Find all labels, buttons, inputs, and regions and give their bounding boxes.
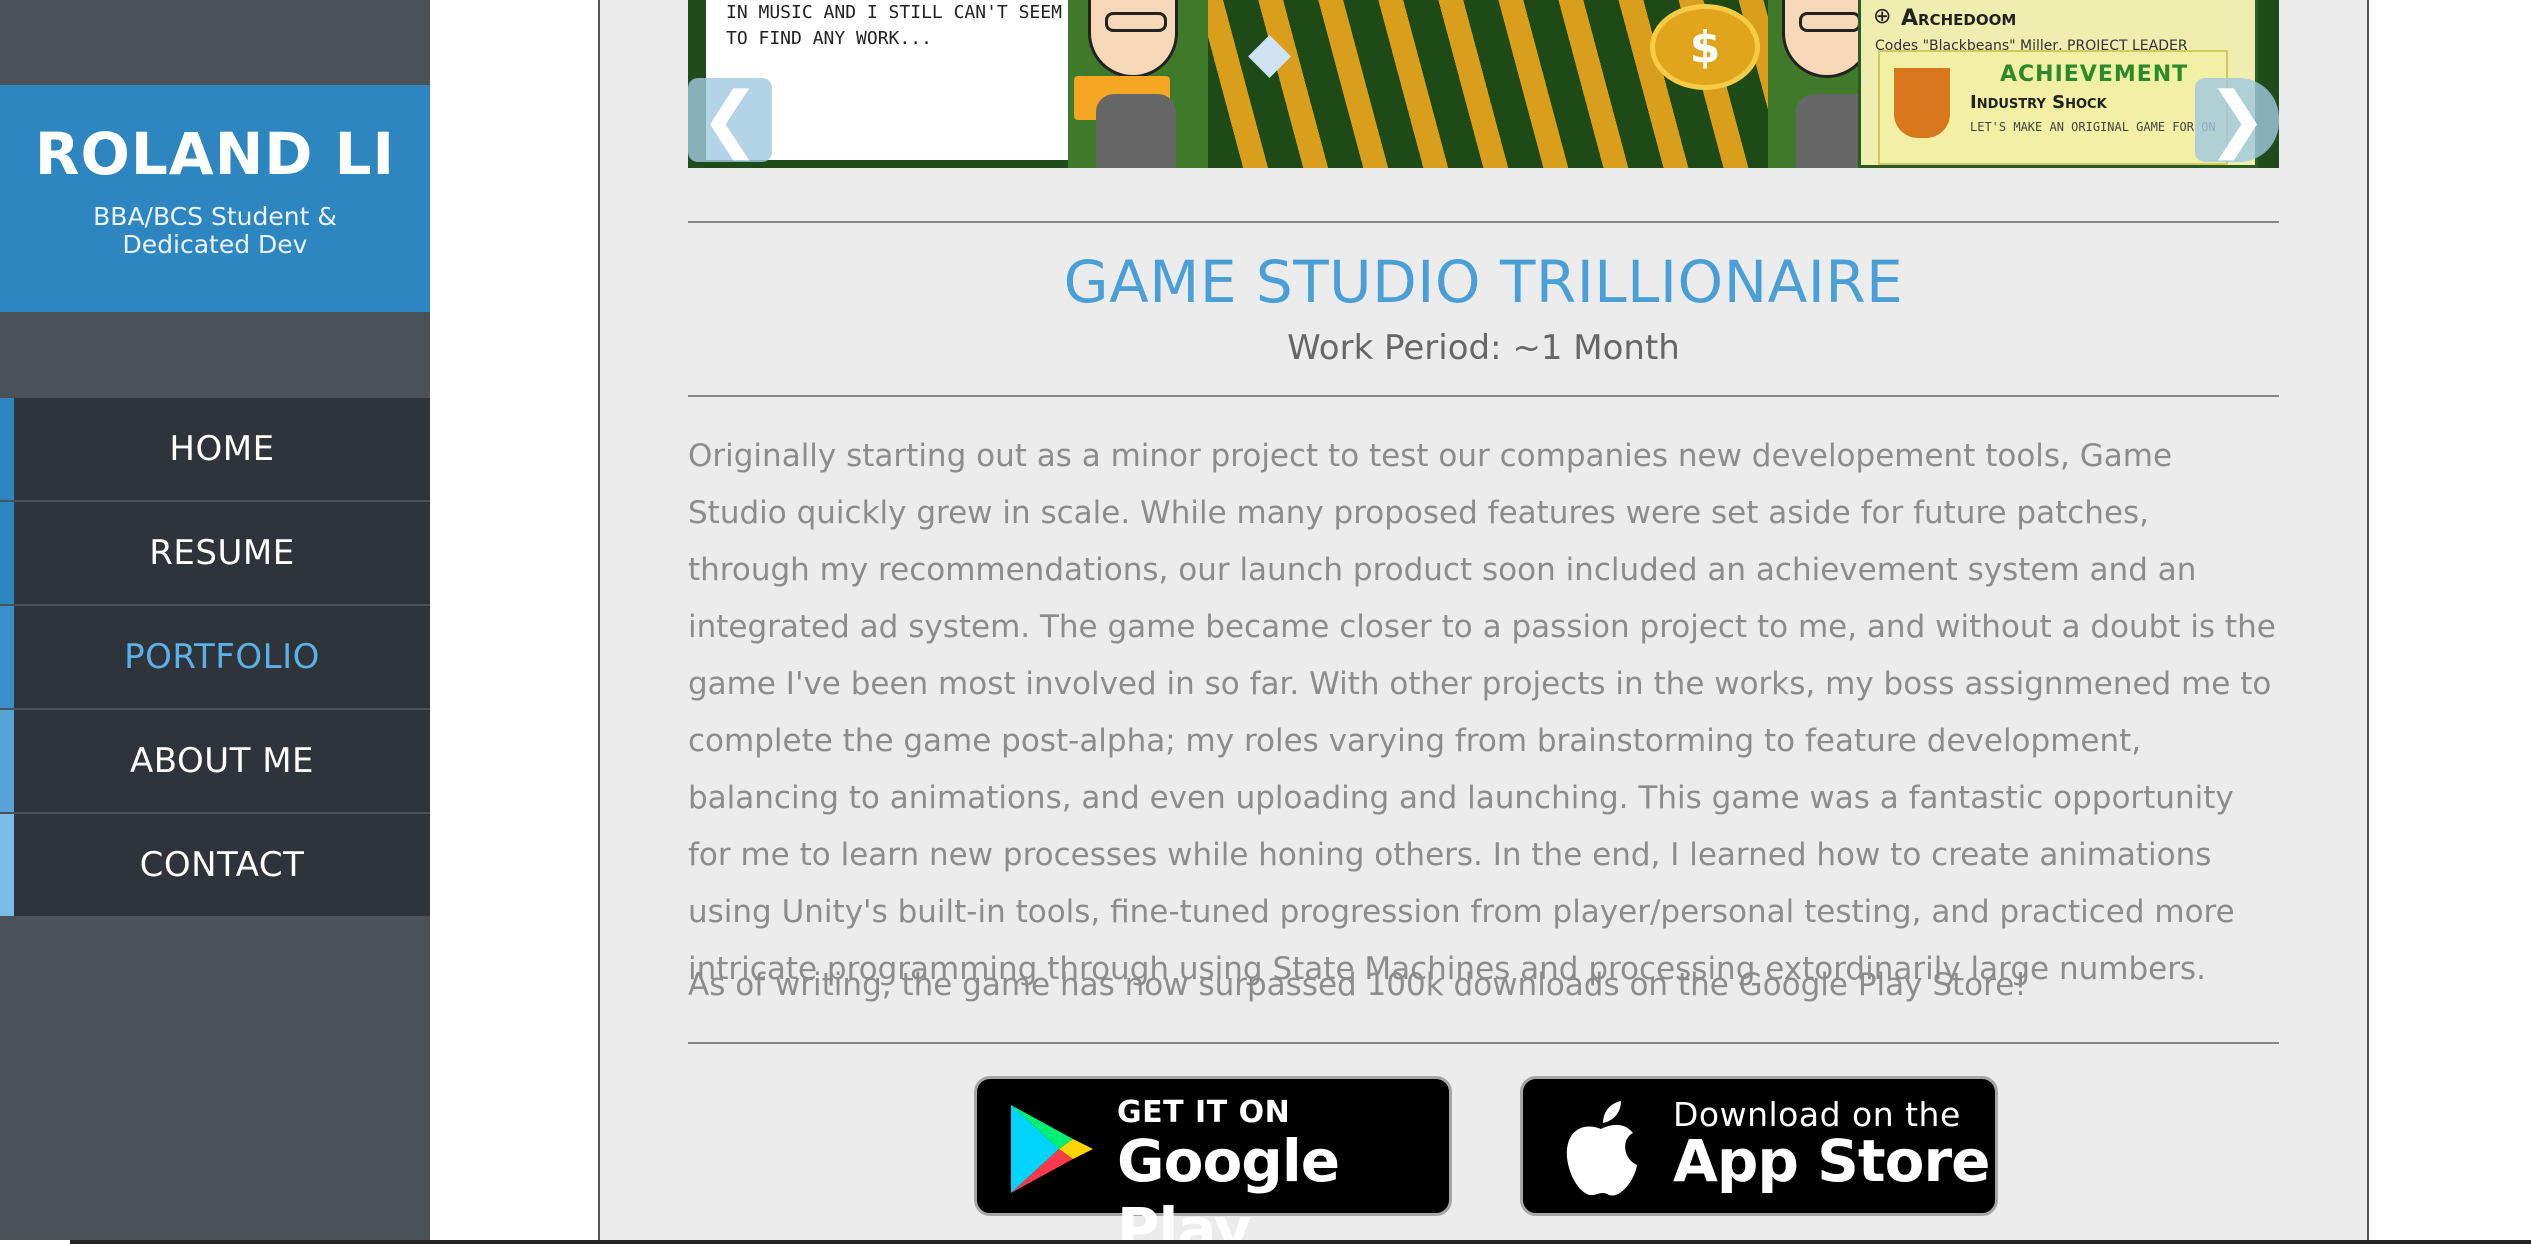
screenshot-carousel: IN MUSIC AND I STILL CAN'T SEEM TO FIND … xyxy=(688,0,2279,168)
nav-item-home[interactable]: HOME xyxy=(0,398,430,500)
project-note: As of writing, the game has now surpasse… xyxy=(688,967,2027,1003)
crosshair-icon: ⊕ xyxy=(1873,4,1892,29)
nav-item-about-me[interactable]: ABOUT ME xyxy=(0,710,430,812)
main-nav: HOME RESUME PORTFOLIO ABOUT ME CONTACT xyxy=(0,398,430,918)
nav-item-label: CONTACT xyxy=(139,845,305,885)
character-face xyxy=(1088,0,1178,78)
brand-name[interactable]: ROLAND LI xyxy=(0,122,430,187)
nav-accent-bar xyxy=(0,710,14,812)
nav-item-label: ABOUT ME xyxy=(129,741,315,781)
nav-item-contact[interactable]: CONTACT xyxy=(0,814,430,916)
app-store-big-text: App Store xyxy=(1673,1127,1990,1195)
google-play-badge[interactable]: GET IT ON Google Play xyxy=(974,1076,1452,1244)
achievement-name: Industry Shock xyxy=(1970,92,2107,113)
carousel-prev-button[interactable]: ❮ xyxy=(688,78,772,162)
achievement-desc: LET'S MAKE AN ORIGINAL GAME FOR ON xyxy=(1970,120,2216,134)
bottom-border-gap xyxy=(0,1240,70,1244)
brand-subtitle: BBA/BCS Student & Dedicated Dev xyxy=(93,201,337,259)
work-period: Work Period: ~1 Month xyxy=(1287,328,1680,368)
achievement-popup: ACHIEVEMENT Industry Shock LET'S MAKE AN… xyxy=(1878,50,2228,165)
arrow-left-icon: ❮ xyxy=(699,76,761,160)
carousel-next-button[interactable]: ❯ xyxy=(2195,78,2279,162)
app-store-badge[interactable]: Download on the App Store xyxy=(1520,1076,1998,1216)
character-body xyxy=(1096,94,1176,168)
diamond-icon: ◆ xyxy=(1248,20,1292,85)
sidebar: ROLAND LI BBA/BCS Student & Dedicated De… xyxy=(0,0,430,1244)
page-bottom-border xyxy=(0,1240,2531,1244)
trophy-icon xyxy=(1894,68,1950,138)
nav-item-label: HOME xyxy=(169,429,275,469)
character-glasses xyxy=(1105,12,1167,32)
nav-accent-bar xyxy=(0,502,14,604)
divider xyxy=(688,221,2279,223)
game-character-illustration xyxy=(1068,0,1208,168)
nav-item-portfolio[interactable]: PORTFOLIO xyxy=(0,606,430,708)
nav-item-label: RESUME xyxy=(149,533,295,573)
brand-block: ROLAND LI BBA/BCS Student & Dedicated De… xyxy=(0,85,430,312)
panel-title: Archedoom xyxy=(1901,6,2017,31)
nav-accent-bar xyxy=(0,814,14,916)
google-play-big-text: Google Play xyxy=(1117,1127,1340,1244)
nav-item-resume[interactable]: RESUME xyxy=(0,502,430,604)
project-title: GAME STUDIO TRILLIONAIRE xyxy=(1063,248,1904,316)
project-description: Originally starting out as a minor proje… xyxy=(688,438,2276,987)
character-glasses xyxy=(1799,12,1861,32)
game-dialog-text: IN MUSIC AND I STILL CAN'T SEEM TO FIND … xyxy=(726,2,1062,49)
nav-accent-bar xyxy=(0,398,14,500)
google-play-icon xyxy=(1011,1105,1093,1193)
divider xyxy=(688,395,2279,397)
coin-icon: $ xyxy=(1650,4,1760,90)
portfolio-card: IN MUSIC AND I STILL CAN'T SEEM TO FIND … xyxy=(598,0,2369,1244)
achievement-title: ACHIEVEMENT xyxy=(2000,62,2189,87)
divider xyxy=(688,1042,2279,1044)
google-play-top-text: GET IT ON xyxy=(1117,1095,1291,1130)
apple-icon xyxy=(1566,1101,1637,1196)
nav-item-label: PORTFOLIO xyxy=(124,637,320,677)
nav-accent-bar xyxy=(0,606,14,708)
arrow-right-icon: ❯ xyxy=(2206,76,2268,160)
